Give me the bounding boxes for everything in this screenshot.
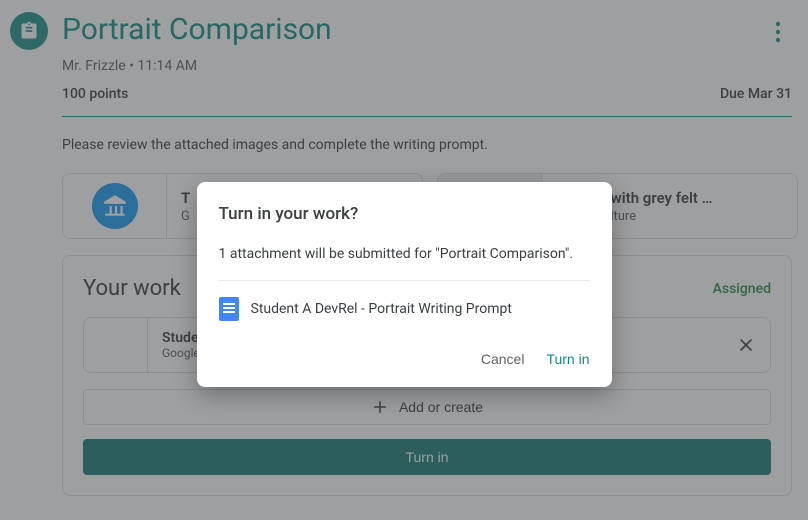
submit-button[interactable]: Turn in (546, 345, 589, 373)
dialog-body: 1 attachment will be submitted for "Port… (219, 246, 590, 281)
google-docs-icon (219, 297, 239, 321)
modal-overlay[interactable]: Turn in your work? 1 attachment will be … (0, 0, 808, 520)
cancel-button[interactable]: Cancel (481, 345, 525, 373)
dialog-file: Student A DevRel - Portrait Writing Prom… (219, 297, 590, 321)
dialog-title: Turn in your work? (219, 204, 590, 224)
dialog-file-name: Student A DevRel - Portrait Writing Prom… (251, 301, 512, 317)
dialog-actions: Cancel Turn in (219, 345, 590, 373)
turn-in-dialog: Turn in your work? 1 attachment will be … (197, 182, 612, 387)
